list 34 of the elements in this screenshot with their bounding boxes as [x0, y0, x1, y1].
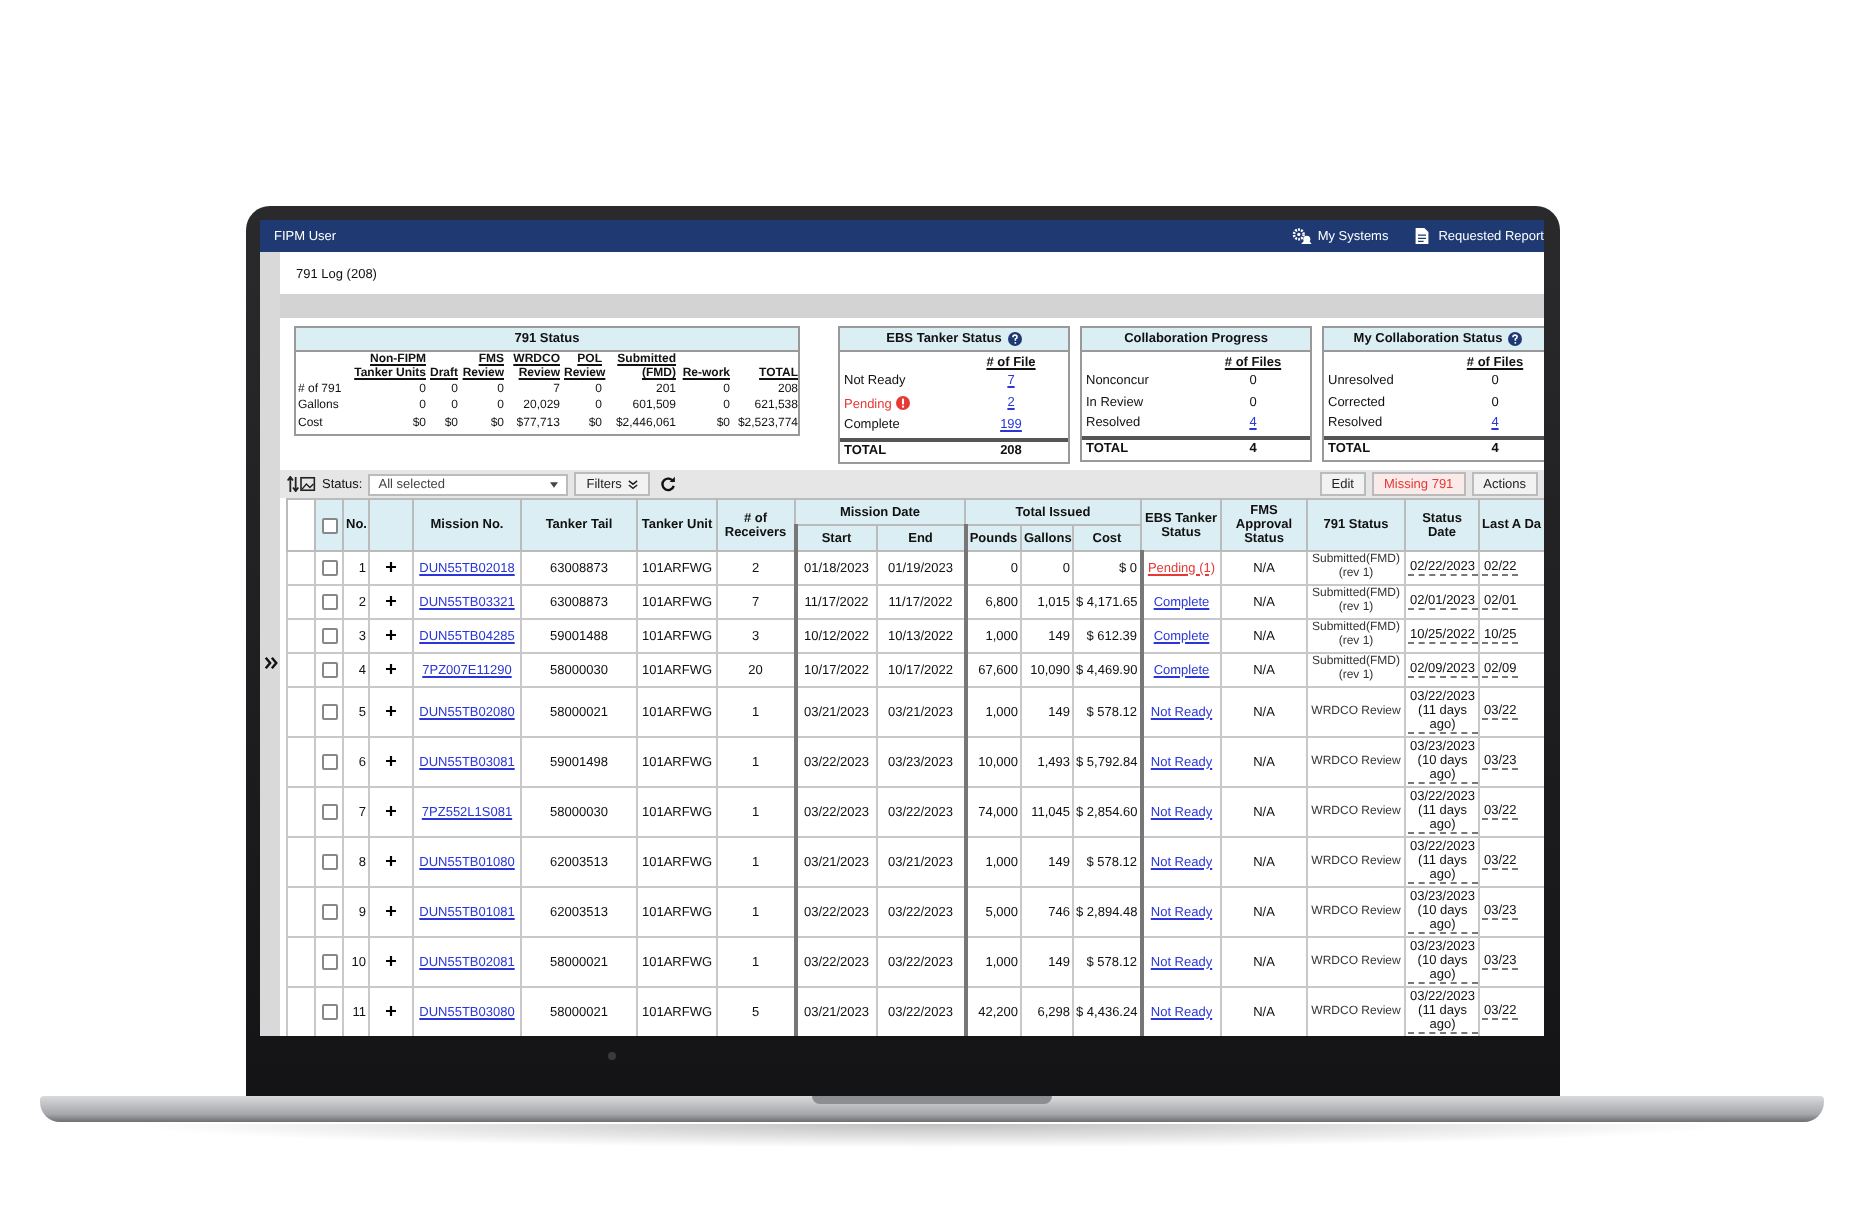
plus-icon[interactable]: [386, 595, 396, 605]
help-icon[interactable]: [1007, 332, 1022, 346]
row-checkbox[interactable]: [321, 804, 337, 820]
plus-icon[interactable]: [386, 905, 396, 915]
refresh-icon[interactable]: [659, 476, 676, 492]
row-checkbox[interactable]: [321, 954, 337, 970]
select-all-checkbox[interactable]: [321, 517, 337, 533]
camera-dot: [608, 1052, 616, 1060]
row-checkbox[interactable]: [321, 628, 337, 644]
chevron-icon: [627, 479, 638, 489]
plus-icon[interactable]: [386, 705, 396, 715]
plus-icon[interactable]: [386, 805, 396, 815]
alert-icon: [895, 395, 910, 409]
row-checkbox[interactable]: [321, 1004, 337, 1020]
row-checkbox[interactable]: [321, 904, 337, 920]
row-checkbox[interactable]: [321, 754, 337, 770]
caret-icon: [550, 481, 559, 487]
row-checkbox[interactable]: [321, 854, 337, 870]
row-checkbox[interactable]: [321, 704, 337, 720]
help-icon[interactable]: [1508, 332, 1523, 346]
plus-icon[interactable]: [386, 629, 396, 639]
sort-icon[interactable]: [286, 476, 316, 492]
row-checkbox[interactable]: [321, 662, 337, 678]
expand-icon[interactable]: [263, 655, 277, 669]
gear-icon: [1291, 228, 1312, 244]
plus-icon[interactable]: [386, 755, 396, 765]
plus-icon[interactable]: [386, 855, 396, 865]
plus-icon[interactable]: [386, 955, 396, 965]
plus-icon[interactable]: [386, 561, 396, 571]
document-icon: [1412, 228, 1433, 244]
plus-icon[interactable]: [386, 663, 396, 673]
row-checkbox[interactable]: [321, 560, 337, 576]
row-checkbox[interactable]: [321, 594, 337, 610]
plus-icon[interactable]: [386, 1005, 396, 1015]
